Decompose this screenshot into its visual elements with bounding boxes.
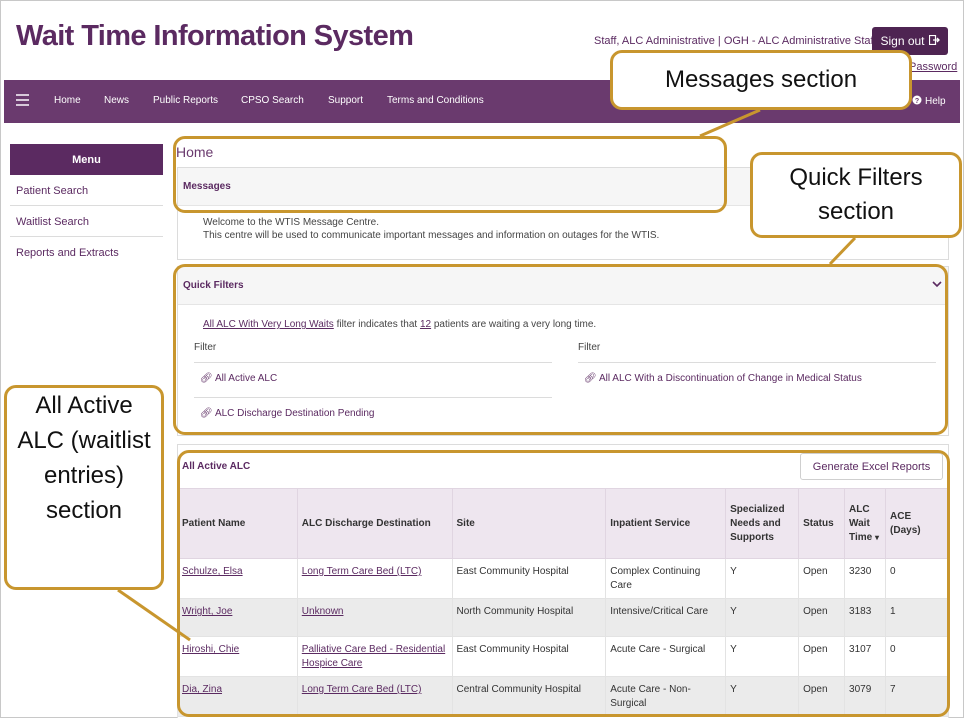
sidebar-item-waitlist-search[interactable]: Waitlist Search <box>10 206 163 237</box>
quick-filters-callout: Quick Filters section <box>750 152 962 238</box>
app-title: Wait Time Information System <box>16 20 414 52</box>
messages-highlight <box>173 136 727 213</box>
nav-news[interactable]: News <box>104 95 129 106</box>
menu-title: Menu <box>10 144 163 175</box>
svg-text:?: ? <box>915 98 919 105</box>
nav-cpso-search[interactable]: CPSO Search <box>241 95 304 106</box>
help-link[interactable]: ? Help <box>912 95 946 108</box>
sidebar-item-reports[interactable]: Reports and Extracts <box>10 237 163 268</box>
nav-public-reports[interactable]: Public Reports <box>153 95 218 106</box>
password-link[interactable]: Password <box>909 61 957 73</box>
sidebar-menu: Menu Patient Search Waitlist Search Repo… <box>10 144 163 268</box>
nav-support[interactable]: Support <box>328 95 363 106</box>
messages-callout: Messages section <box>610 50 912 110</box>
nav-terms[interactable]: Terms and Conditions <box>387 95 484 106</box>
help-icon: ? <box>912 95 922 108</box>
sidebar-item-patient-search[interactable]: Patient Search <box>10 175 163 206</box>
all-active-callout: All Active ALC (waitlist entries) sectio… <box>4 385 164 590</box>
nav-home[interactable]: Home <box>54 95 81 106</box>
all-active-highlight <box>177 450 950 717</box>
user-info[interactable]: Staff, ALC Administrative | OGH - ALC Ad… <box>594 35 876 47</box>
hamburger-icon[interactable] <box>16 94 29 106</box>
help-label: Help <box>925 96 946 107</box>
sign-out-label: Sign out <box>880 34 925 48</box>
quick-filters-highlight <box>173 264 948 435</box>
sign-out-icon <box>928 34 940 48</box>
